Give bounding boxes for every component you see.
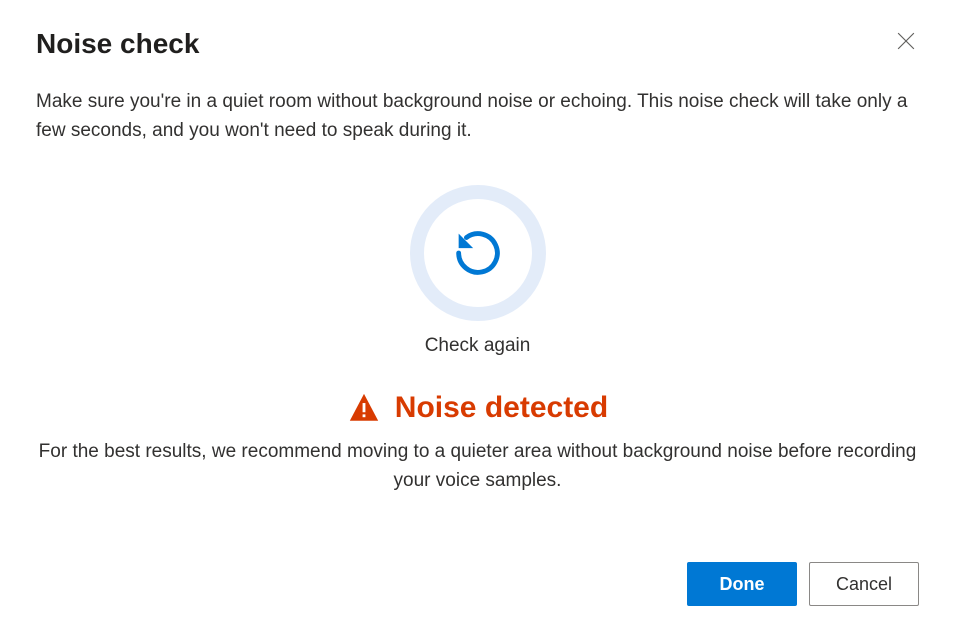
retry-label: Check again — [425, 335, 531, 357]
check-again-section: Check again — [36, 185, 919, 357]
dialog-header: Noise check — [36, 28, 919, 60]
alert-heading: Noise detected — [347, 391, 608, 425]
alert-section: Noise detected For the best results, we … — [36, 391, 919, 496]
close-button[interactable] — [893, 28, 919, 54]
dialog-description: Make sure you're in a quiet room without… — [36, 88, 919, 145]
dialog-footer: Done Cancel — [36, 562, 919, 606]
close-icon — [897, 32, 915, 50]
done-button[interactable]: Done — [687, 562, 797, 606]
retry-icon — [449, 224, 507, 282]
warning-icon — [347, 391, 381, 425]
alert-message: For the best results, we recommend movin… — [38, 437, 918, 496]
alert-title: Noise detected — [395, 391, 608, 425]
dialog-title: Noise check — [36, 28, 199, 60]
noise-check-dialog: Noise check Make sure you're in a quiet … — [0, 0, 955, 642]
retry-button[interactable] — [410, 185, 546, 321]
cancel-button[interactable]: Cancel — [809, 562, 919, 606]
